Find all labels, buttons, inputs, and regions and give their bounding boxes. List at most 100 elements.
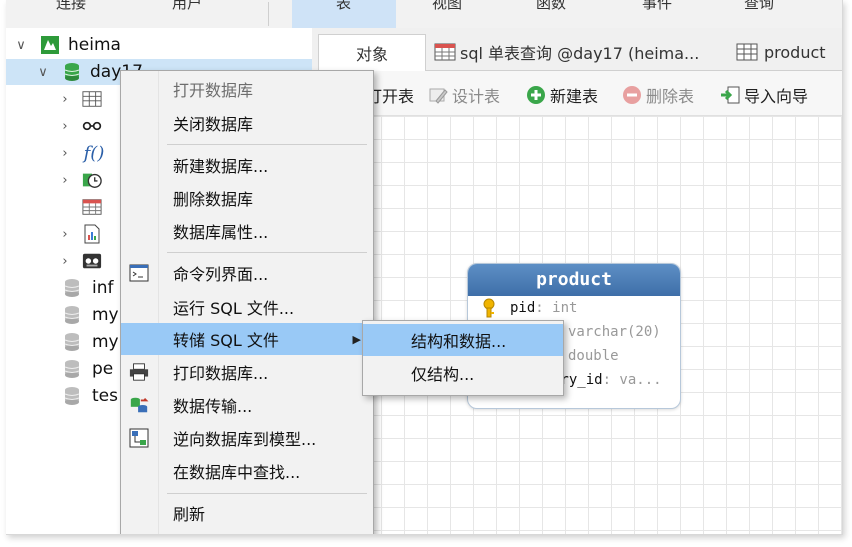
chevron-right-icon[interactable]: › (58, 146, 72, 161)
menu-delete-database[interactable]: 删除数据库 (121, 182, 373, 214)
menu-label: 新建数据库... (173, 157, 269, 176)
field-type: : va... (602, 372, 662, 388)
import-wizard-label: 导入向导 (744, 87, 809, 106)
menu-reverse-engineer[interactable]: 逆向数据库到模型... (121, 422, 373, 454)
tree-label-db: my (92, 305, 119, 325)
database-context-menu: 打开数据库 关闭数据库 新建数据库... 删除数据库 数据库属性... 命令列界… (120, 70, 374, 534)
app-window: 连接 用户 表 视图 函数 事件 查询 ∨ heima ∨ day17 › › … (6, 0, 843, 535)
chevron-right-icon[interactable]: › (58, 227, 72, 242)
new-table-label: 新建表 (550, 87, 599, 106)
menu-label: 打开数据库 (173, 81, 254, 100)
chevron-down-icon[interactable]: ∨ (14, 38, 28, 53)
menu-refresh[interactable]: 刷新 (121, 497, 373, 529)
query-icon (82, 198, 102, 216)
submenu-structure-only[interactable]: 仅结构... (363, 357, 563, 389)
field-type: : int (535, 300, 578, 316)
new-table-button[interactable]: 新建表 (526, 83, 598, 107)
menu-item-event[interactable]: 事件 (642, 0, 672, 13)
object-toolbar: 打开表 设计表 新建表 删除表 导入向导 (312, 71, 842, 116)
connection-icon (40, 36, 60, 54)
add-icon (526, 85, 546, 105)
menu-close-database[interactable]: 关闭数据库 (121, 107, 373, 139)
design-table-label: 设计表 (452, 87, 501, 106)
tab-strip: 对象 sql 单表查询 @day17 (heima... product (312, 28, 842, 71)
menu-item-view[interactable]: 视图 (432, 0, 462, 13)
menu-find-in-database[interactable]: 在数据库中查找... (121, 455, 373, 487)
menu-label: 仅结构... (411, 365, 475, 384)
tree-item-connection[interactable]: ∨ heima (6, 32, 312, 58)
menu-separator (167, 493, 367, 494)
tree-label-connection: heima (68, 35, 121, 55)
chevron-right-icon[interactable]: › (58, 119, 72, 134)
tab-label: sql 单表查询 @day17 (heima... (460, 44, 700, 63)
entity-title: product (468, 264, 680, 296)
tab-label: 对象 (355, 45, 388, 64)
menu-label: 数据库属性... (173, 223, 269, 242)
import-icon (720, 85, 740, 105)
tree-label-db: my (92, 332, 119, 352)
menu-database-properties[interactable]: 数据库属性... (121, 215, 373, 247)
menu-divider (268, 2, 269, 26)
menu-bar: 连接 用户 表 视图 函数 事件 查询 (6, 0, 842, 29)
entity-field: pid : int (468, 296, 680, 320)
table-icon (82, 90, 102, 108)
submenu-structure-and-data[interactable]: 结构和数据... (363, 324, 563, 356)
tree-label-db: inf (92, 278, 114, 298)
dump-sql-submenu: 结构和数据... 仅结构... (362, 320, 564, 396)
menu-item-function[interactable]: 函数 (536, 0, 566, 13)
field-name: pid (510, 300, 536, 316)
event-clock-icon (82, 171, 102, 189)
tab-query[interactable]: sql 单表查询 @day17 (heima... (430, 34, 728, 70)
remove-icon (622, 85, 642, 105)
chevron-right-icon[interactable]: › (58, 254, 72, 269)
report-icon (82, 224, 102, 244)
menu-label: 命令列界面... (173, 265, 269, 284)
menu-label: 转储 SQL 文件 (173, 331, 279, 350)
database-icon (62, 333, 82, 351)
menu-run-sql-file[interactable]: 运行 SQL 文件... (121, 291, 373, 323)
menu-label: 运行 SQL 文件... (173, 299, 295, 318)
function-icon: f() (83, 142, 105, 164)
menu-open-database[interactable]: 打开数据库 (121, 73, 373, 105)
menu-command-line[interactable]: 命令列界面... (121, 257, 373, 289)
import-wizard-button[interactable]: 导入向导 (720, 83, 808, 107)
menu-item-query[interactable]: 查询 (744, 0, 774, 13)
menu-label: 打印数据库... (173, 364, 269, 383)
design-table-icon (428, 85, 448, 105)
menu-item-table[interactable]: 表 (336, 0, 351, 13)
database-icon (62, 360, 82, 378)
model-icon (129, 428, 149, 448)
primary-key-icon (480, 298, 498, 322)
menu-new-database[interactable]: 新建数据库... (121, 149, 373, 181)
tab-label: product (764, 42, 826, 62)
printer-icon (129, 362, 149, 382)
delete-table-label: 删除表 (646, 87, 695, 106)
delete-table-button[interactable]: 删除表 (622, 83, 694, 107)
menu-data-transfer[interactable]: 数据传输... (121, 389, 373, 421)
menu-label: 结构和数据... (411, 332, 507, 351)
tab-objects[interactable]: 对象 (318, 34, 426, 71)
menu-separator (167, 144, 367, 145)
database-icon (62, 387, 82, 405)
menu-label: 在数据库中查找... (173, 463, 301, 482)
menu-item-connection[interactable]: 连接 (56, 0, 86, 13)
field-type: varchar(20) (568, 324, 661, 340)
field-type: double (568, 348, 619, 364)
menu-print-database[interactable]: 打印数据库... (121, 356, 373, 388)
chevron-down-icon[interactable]: ∨ (36, 65, 50, 80)
tab-product[interactable]: product (732, 34, 842, 70)
chevron-right-icon[interactable]: › (58, 173, 72, 188)
database-icon (62, 279, 82, 297)
menu-dump-sql-file[interactable]: 转储 SQL 文件 ▶ (121, 323, 373, 355)
chevron-right-icon[interactable]: › (58, 92, 72, 107)
menu-item-user[interactable]: 用户 (172, 0, 202, 13)
tree-label-db: pe (92, 359, 114, 379)
backup-icon (82, 252, 102, 270)
menu-label: 逆向数据库到模型... (173, 430, 317, 449)
database-icon (62, 306, 82, 324)
table-query-icon (434, 43, 456, 61)
design-table-button[interactable]: 设计表 (428, 83, 500, 107)
menu-label: 刷新 (173, 505, 206, 524)
tree-label-db: tes (92, 386, 118, 406)
submenu-arrow-icon: ▶ (352, 332, 361, 346)
